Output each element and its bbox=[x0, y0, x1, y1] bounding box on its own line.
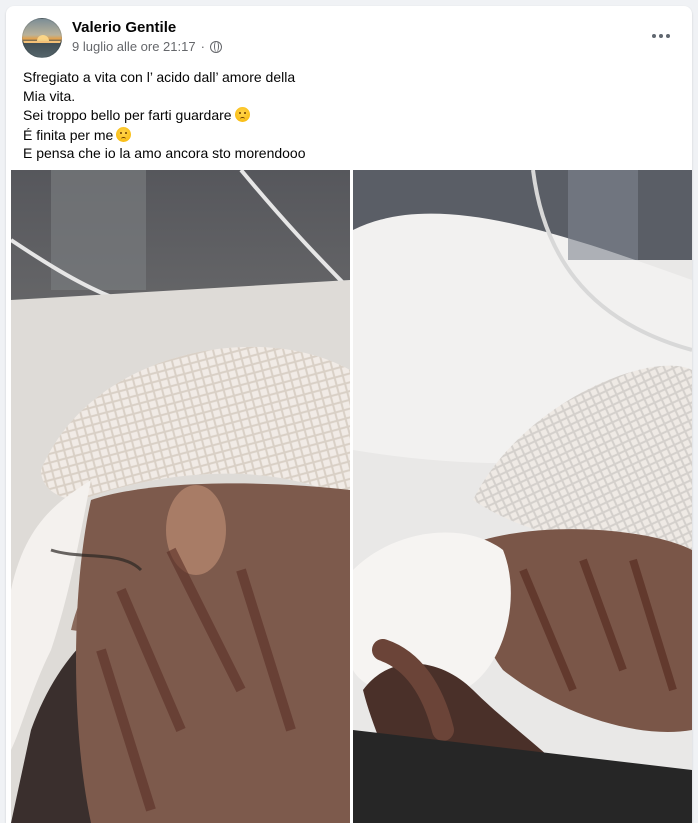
post-card: Valerio Gentile 9 luglio alle ore 21:17 … bbox=[6, 6, 692, 823]
post-text-line: Sfregiato a vita con l’ acido dall’ amor… bbox=[23, 69, 296, 85]
post-text-line: Sei troppo bello per farti guardare bbox=[23, 105, 676, 125]
post-text: Sfregiato a vita con l’ acido dall’ amor… bbox=[23, 68, 676, 163]
more-options-icon[interactable] bbox=[646, 24, 676, 48]
photo-right-illustration bbox=[353, 170, 692, 823]
globe-icon[interactable] bbox=[209, 40, 222, 53]
post-text-line: É finita per me bbox=[23, 125, 676, 145]
photo-left-illustration bbox=[11, 170, 350, 823]
post-photo-right[interactable] bbox=[353, 170, 692, 823]
post-text-line: Mia vita. bbox=[23, 87, 76, 104]
post-header: Valerio Gentile 9 luglio alle ore 21:17 … bbox=[22, 18, 676, 60]
sad-emoji-icon bbox=[234, 107, 250, 122]
author-avatar[interactable] bbox=[22, 18, 62, 58]
post-timestamp[interactable]: 9 luglio alle ore 21:17 bbox=[72, 39, 196, 54]
post-text-line: E pensa che io la amo ancora sto morendo… bbox=[23, 145, 306, 161]
meta-separator: · bbox=[200, 39, 205, 54]
post-photo-left[interactable] bbox=[11, 170, 350, 823]
sad-emoji-icon bbox=[116, 126, 132, 142]
post-meta: 9 luglio alle ore 21:17 · bbox=[72, 39, 222, 54]
post-photos bbox=[11, 170, 692, 823]
avatar-sea bbox=[23, 41, 61, 43]
author-name[interactable]: Valerio Gentile bbox=[72, 19, 176, 36]
